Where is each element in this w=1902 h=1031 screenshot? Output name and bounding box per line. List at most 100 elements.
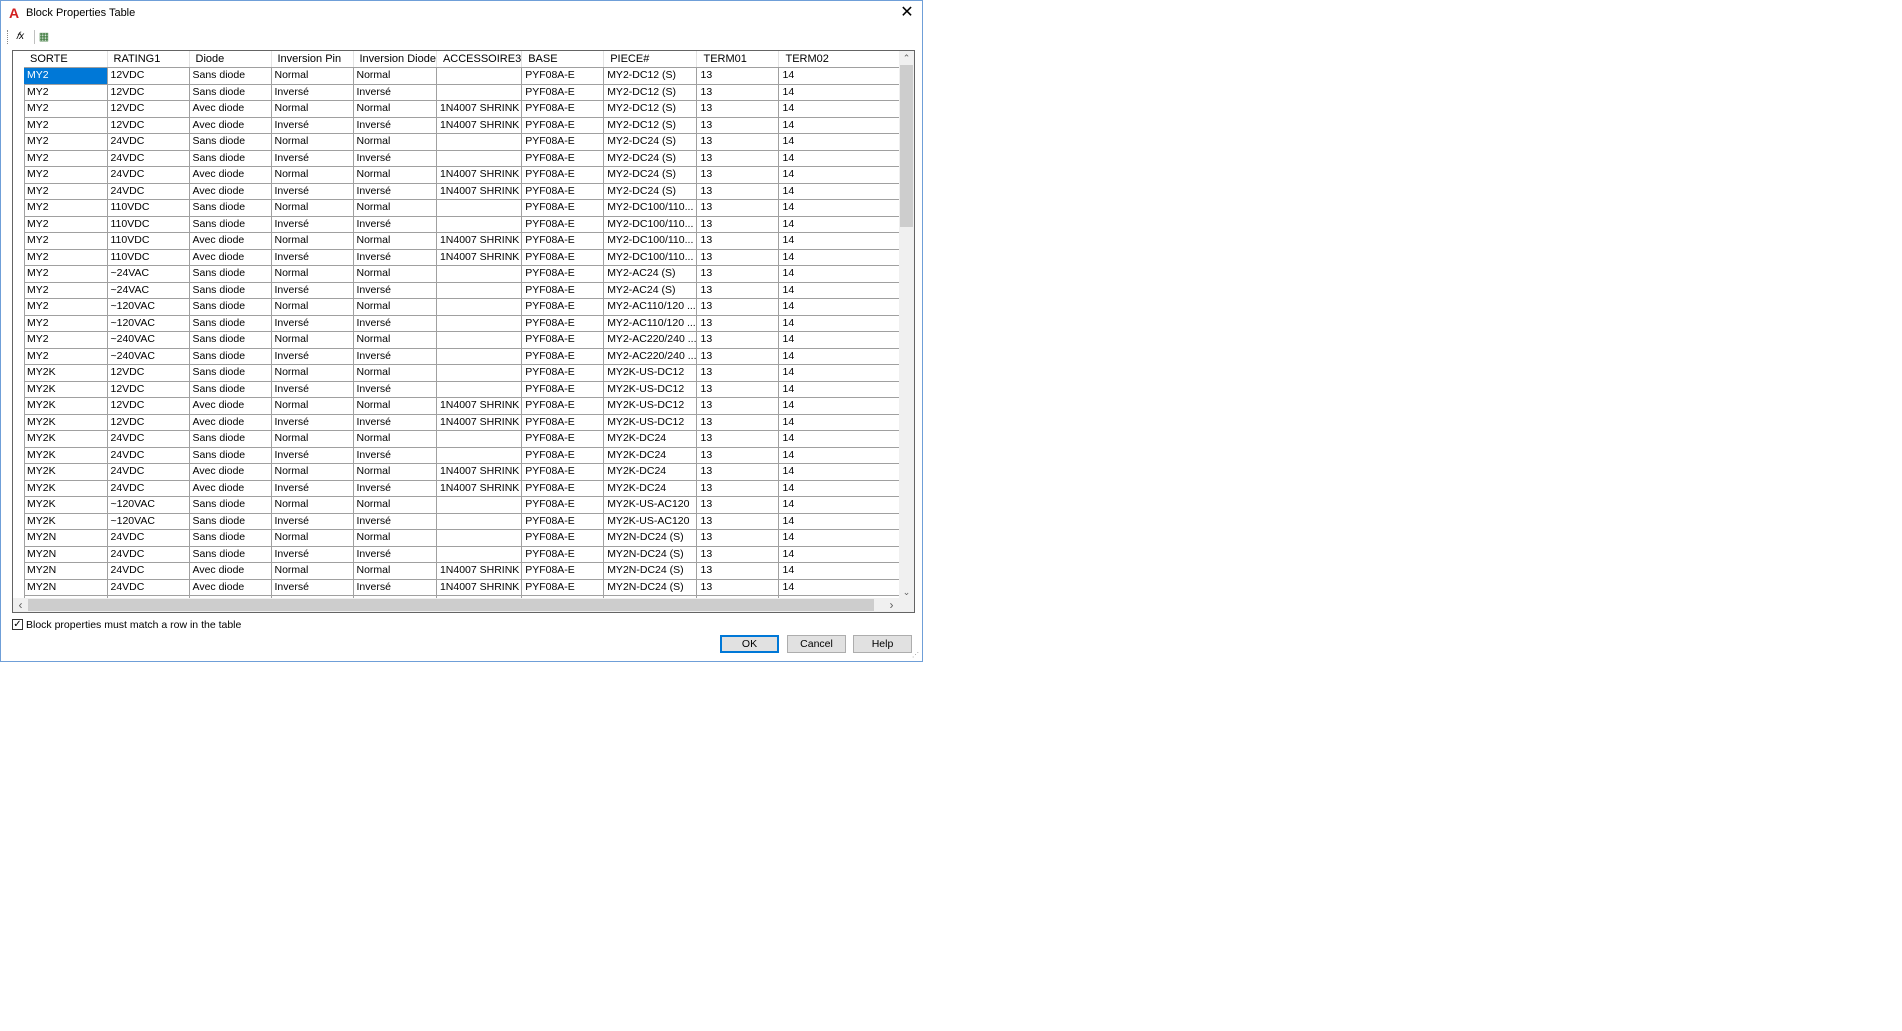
table-cell[interactable]: MY2K: [24, 447, 108, 464]
table-cell[interactable]: 14: [778, 216, 913, 233]
table-cell[interactable]: 14: [778, 199, 913, 217]
table-cell[interactable]: PYF08A-E: [521, 232, 605, 250]
table-cell[interactable]: 13: [696, 84, 780, 101]
table-cell[interactable]: [436, 529, 523, 547]
table-cell[interactable]: MY2K-US-DC12: [603, 397, 698, 415]
table-cell[interactable]: PYF08A-E: [521, 117, 605, 134]
table-cell[interactable]: 14: [778, 447, 913, 464]
table-cell[interactable]: Inversé: [353, 117, 437, 134]
table-cell[interactable]: Normal: [353, 100, 437, 118]
table-cell[interactable]: MY2N: [24, 579, 108, 596]
table-cell[interactable]: 14: [778, 414, 913, 431]
table-cell[interactable]: Normal: [271, 364, 354, 382]
table-cell[interactable]: Inversé: [353, 183, 437, 200]
help-button[interactable]: Help: [853, 635, 912, 653]
table-cell[interactable]: Inversé: [271, 348, 354, 365]
table-cell[interactable]: 14: [778, 430, 913, 448]
table-cell[interactable]: 12VDC: [107, 84, 190, 101]
close-button[interactable]: ✕: [894, 1, 920, 25]
table-row[interactable]: MY2K 24VDC Sans diode Inversé Inversé PYF08A-…: [24, 447, 913, 464]
table-cell[interactable]: Avec diode: [189, 579, 272, 596]
table-cell[interactable]: 1N4007 SHRINK: [436, 463, 523, 481]
table-cell[interactable]: Sans diode: [189, 529, 272, 547]
table-cell[interactable]: Normal: [353, 166, 437, 184]
table-cell[interactable]: PYF08A-E: [521, 463, 605, 481]
table-cell[interactable]: 14: [778, 67, 913, 85]
table-cell[interactable]: MY2-DC12 (S): [603, 100, 698, 118]
table-cell[interactable]: Normal: [271, 331, 354, 349]
table-cell[interactable]: 24VDC: [107, 546, 190, 563]
table-cell[interactable]: Normal: [271, 463, 354, 481]
horizontal-scrollbar[interactable]: ‹ ›: [13, 598, 899, 612]
table-cell[interactable]: Sans diode: [189, 348, 272, 365]
table-cell[interactable]: 14: [778, 529, 913, 547]
table-cell[interactable]: Normal: [271, 67, 354, 85]
table-cell[interactable]: MY2: [24, 331, 108, 349]
table-cell[interactable]: [436, 84, 523, 101]
table-cell[interactable]: [436, 348, 523, 365]
scroll-down-icon[interactable]: ⌄: [899, 585, 914, 599]
table-cell[interactable]: 1N4007 SHRINK: [436, 249, 523, 266]
table-cell[interactable]: Inversé: [271, 447, 354, 464]
table-cell[interactable]: 13: [696, 447, 780, 464]
table-settings-icon[interactable]: ▦: [35, 28, 53, 46]
table-cell[interactable]: 13: [696, 67, 780, 85]
table-cell[interactable]: 1N4007 SHRINK: [436, 100, 523, 118]
table-cell[interactable]: Sans diode: [189, 67, 272, 85]
table-cell[interactable]: Inversé: [353, 216, 437, 233]
table-cell[interactable]: 24VDC: [107, 447, 190, 464]
table-cell[interactable]: Sans diode: [189, 496, 272, 514]
table-cell[interactable]: 1N4007 SHRINK: [436, 232, 523, 250]
table-cell[interactable]: ~120VAC: [107, 298, 190, 316]
table-cell[interactable]: MY2K: [24, 480, 108, 497]
table-cell[interactable]: MY2K-DC24: [603, 430, 698, 448]
table-row[interactable]: MY2K ~120VAC Sans diode Inversé Inversé PYF08…: [24, 513, 913, 530]
table-cell[interactable]: 13: [696, 331, 780, 349]
table-cell[interactable]: Normal: [353, 397, 437, 415]
table-cell[interactable]: Avec diode: [189, 397, 272, 415]
properties-grid[interactable]: SORTE RATING1 Diode Inversion Pin Inversion …: [12, 50, 915, 613]
table-cell[interactable]: MY2N-DC24 (S): [603, 529, 698, 547]
column-header[interactable]: ACCESSOIRE3: [436, 51, 523, 68]
table-row[interactable]: MY2 24VDC Sans diode Normal Normal PYF08A-E MY…: [24, 133, 913, 151]
table-cell[interactable]: 14: [778, 232, 913, 250]
table-cell[interactable]: Normal: [271, 166, 354, 184]
table-cell[interactable]: [436, 331, 523, 349]
table-cell[interactable]: MY2K-US-DC12: [603, 381, 698, 398]
table-cell[interactable]: MY2-DC100/110...: [603, 199, 698, 217]
table-cell[interactable]: [436, 496, 523, 514]
table-cell[interactable]: MY2: [24, 67, 108, 85]
table-cell[interactable]: MY2K: [24, 496, 108, 514]
table-cell[interactable]: [436, 265, 523, 283]
table-cell[interactable]: MY2-AC220/240 ...: [603, 348, 698, 365]
table-cell[interactable]: [436, 315, 523, 332]
table-cell[interactable]: Sans diode: [189, 298, 272, 316]
table-cell[interactable]: Inversé: [271, 117, 354, 134]
table-cell[interactable]: MY2: [24, 265, 108, 283]
table-cell[interactable]: 14: [778, 562, 913, 580]
table-cell[interactable]: Avec diode: [189, 249, 272, 266]
table-cell[interactable]: MY2-AC220/240 ...: [603, 331, 698, 349]
table-cell[interactable]: Sans diode: [189, 447, 272, 464]
table-cell[interactable]: Inversé: [353, 480, 437, 497]
table-cell[interactable]: 14: [778, 463, 913, 481]
scroll-left-icon[interactable]: ‹: [13, 598, 28, 612]
table-cell[interactable]: ~120VAC: [107, 315, 190, 332]
table-cell[interactable]: 24VDC: [107, 562, 190, 580]
table-cell[interactable]: 13: [696, 282, 780, 299]
table-cell[interactable]: Normal: [271, 496, 354, 514]
table-cell[interactable]: PYF08A-E: [521, 364, 605, 382]
table-cell[interactable]: Inversé: [271, 414, 354, 431]
table-cell[interactable]: PYF08A-E: [521, 199, 605, 217]
table-cell[interactable]: 13: [696, 529, 780, 547]
table-cell[interactable]: Normal: [271, 232, 354, 250]
table-cell[interactable]: Normal: [353, 496, 437, 514]
table-row[interactable]: MY2 12VDC Avec diode Inversé Inversé 1N4007 S…: [24, 117, 913, 134]
table-cell[interactable]: Inversé: [271, 381, 354, 398]
table-cell[interactable]: 13: [696, 430, 780, 448]
table-cell[interactable]: PYF08A-E: [521, 216, 605, 233]
table-cell[interactable]: PYF08A-E: [521, 67, 605, 85]
table-cell[interactable]: Normal: [353, 529, 437, 547]
table-cell[interactable]: 13: [696, 166, 780, 184]
horizontal-scroll-thumb[interactable]: [28, 599, 874, 611]
